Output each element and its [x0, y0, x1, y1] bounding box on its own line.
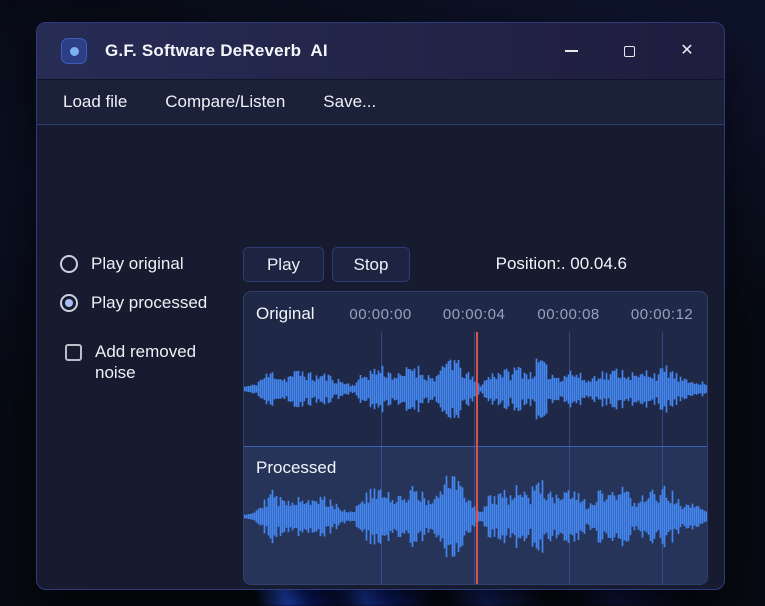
time-label: 00:00:08: [537, 306, 600, 323]
menu-item-compare-listen[interactable]: Compare/Listen: [165, 92, 285, 112]
waveform-panel: Original Processed 00:00:00 00:00:04 00:…: [243, 291, 708, 585]
radio-label: Play processed: [91, 293, 208, 312]
checkbox-add-removed-noise[interactable]: Add removed noise: [65, 341, 221, 383]
app-icon-dot: [69, 46, 79, 56]
radio-icon: [60, 255, 78, 273]
checkbox-label: Add removed noise: [95, 342, 197, 382]
track-label-original: Original: [256, 304, 315, 323]
position-readout: Position:. 00.04.6: [495, 254, 627, 273]
track-label-processed: Processed: [256, 458, 337, 477]
menu-bar: Load file Compare/Listen Save...: [37, 79, 724, 125]
close-button[interactable]: ✕: [658, 31, 716, 71]
main-content: Play original Play processed Add removed…: [37, 125, 724, 589]
time-label: 00:00:12: [630, 306, 694, 323]
window-controls: ✕: [542, 23, 716, 79]
menu-item-load-file[interactable]: Load file: [63, 92, 127, 112]
radio-play-original[interactable]: Play original: [60, 254, 184, 274]
radio-label: Play original: [91, 254, 184, 273]
time-label: 00:00:04: [442, 306, 506, 323]
radio-play-processed[interactable]: Play processed: [60, 293, 207, 313]
radio-icon: [60, 294, 78, 312]
menu-item-save[interactable]: Save...: [323, 92, 376, 112]
checkbox-icon: [65, 344, 82, 361]
maximize-icon: [623, 45, 635, 57]
close-icon: ✕: [680, 42, 694, 59]
stop-button[interactable]: Stop: [332, 247, 410, 282]
desktop-background: G.F. Software DeReverb AI ✕ Load file Co…: [0, 0, 765, 606]
app-icon: [61, 38, 87, 64]
minimize-icon: [564, 50, 578, 52]
playhead: [475, 332, 478, 584]
time-label: 00:00:00: [349, 306, 412, 323]
window-title: G.F. Software DeReverb AI: [105, 41, 328, 60]
maximize-button[interactable]: [600, 31, 658, 71]
app-window: G.F. Software DeReverb AI ✕ Load file Co…: [36, 22, 725, 590]
minimize-button[interactable]: [542, 31, 600, 71]
play-button[interactable]: Play: [243, 247, 324, 282]
title-bar[interactable]: G.F. Software DeReverb AI ✕: [37, 23, 724, 79]
